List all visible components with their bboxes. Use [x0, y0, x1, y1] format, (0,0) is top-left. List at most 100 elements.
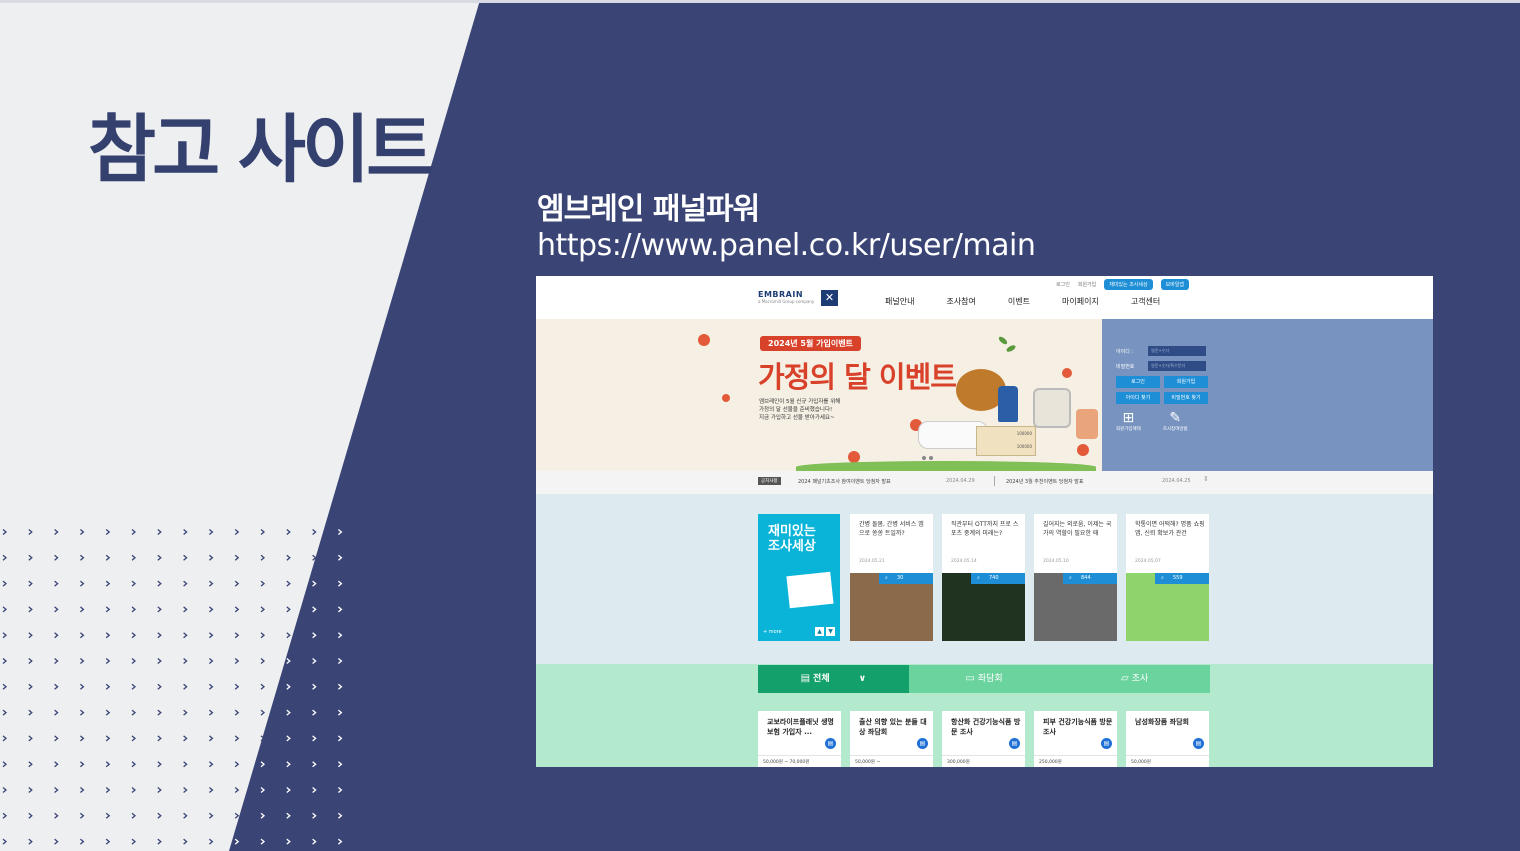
chevron-mark	[131, 709, 137, 716]
chevron-mark	[157, 529, 162, 535]
nav-item[interactable]: 패널안내	[885, 296, 914, 307]
chevron-mark	[2, 735, 8, 742]
chevron-mark	[260, 735, 266, 742]
notice-arrows-icon[interactable]: ⇕	[1203, 475, 1209, 483]
search-icon: ⌕	[1069, 575, 1072, 581]
fun-survey-pill[interactable]: 재미있는 조사세상	[1104, 279, 1153, 290]
survey-card[interactable]: 남성화장품 좌담회 ▤ 50,000원	[1126, 711, 1209, 767]
logo[interactable]: EMBRAIN a Macromill Group company	[758, 290, 814, 304]
nav-item[interactable]: 고객센터	[1131, 296, 1160, 307]
chevron-mark	[260, 787, 266, 793]
chevron-mark	[2, 787, 8, 793]
event-desc-line: 가정의 달 선물을 준비했습니다!	[759, 407, 833, 413]
password-label: 비밀번호	[1116, 363, 1135, 370]
chevron-mark	[131, 838, 137, 845]
event-title: 가정의 달 이벤트	[758, 360, 957, 394]
chevron-mark	[2, 529, 8, 535]
fun-survey-item[interactable]: 길어지는 외로움, 이제는 국가의 역할이 필요한 때 2024.05.10 ⌕…	[1034, 514, 1117, 641]
password-input[interactable]: 영문+숫자/특수문자	[1148, 361, 1206, 371]
chevron-mark	[54, 606, 59, 613]
chevron-mark	[312, 735, 317, 742]
chevron-mark	[312, 529, 317, 535]
chevron-mark	[183, 580, 188, 587]
chevron-mark	[208, 632, 214, 639]
survey-title: 남성화장품 좌담회	[1135, 718, 1189, 726]
chevron-mark	[208, 812, 214, 819]
chevron-mark	[234, 812, 240, 819]
chevron-pattern-decoration	[2, 529, 343, 845]
event-description: 엠브레인이 5월 신규 가입자를 위해 가정의 달 선물을 준비했습니다! 지금…	[759, 398, 899, 422]
chevron-mark	[79, 787, 85, 793]
nav-item[interactable]: 이벤트	[1008, 296, 1030, 307]
chevron-mark	[105, 812, 111, 819]
fun-survey-item[interactable]: 학통이면 어떡해? 명품 쇼핑 앱, 신뢰 확보가 관건 2024.05.07 …	[1126, 514, 1209, 641]
chevron-mark	[312, 554, 317, 561]
chevron-mark	[28, 658, 33, 664]
login-button[interactable]: 로그인	[1116, 376, 1160, 388]
chevron-mark	[260, 606, 266, 613]
survey-card[interactable]: 피부 건강기능식품 방문 조사 ▤ 250,000원	[1034, 711, 1117, 767]
tab-focus-group[interactable]: ▭ 좌담회	[908, 665, 1060, 693]
chevron-mark	[28, 735, 33, 742]
slide-pagination[interactable]	[922, 456, 933, 460]
util-login-link[interactable]: 로그인	[1056, 281, 1070, 288]
chevron-mark	[28, 683, 33, 690]
chevron-mark	[337, 658, 343, 664]
chevron-mark	[312, 580, 317, 587]
chevron-mark	[105, 606, 111, 613]
chevron-mark	[2, 761, 8, 768]
login-form: 아이디 : 영문+숫자 비밀번호 영문+숫자/특수문자 로그인 회원가입 아이디…	[1116, 346, 1211, 432]
join-button[interactable]: 회원가입	[1164, 376, 1208, 388]
chevron-mark	[183, 632, 188, 639]
chevron-mark	[183, 787, 188, 793]
chevron-mark	[183, 529, 188, 535]
chevron-mark	[337, 632, 343, 639]
chevron-mark	[54, 812, 59, 819]
survey-how-link[interactable]: ✎ 조사참여방법	[1163, 410, 1188, 432]
tab-survey[interactable]: ▱ 조사	[1059, 665, 1211, 693]
chevron-mark	[79, 554, 85, 561]
notice-item-title[interactable]: 2024 패널기초조사 참여이벤트 당첨자 발표	[798, 478, 891, 485]
chevron-up-icon[interactable]: ▲	[815, 627, 824, 636]
find-id-button[interactable]: 아이디 찾기	[1116, 392, 1160, 404]
survey-card[interactable]: 출산 의향 있는 분들 대상 좌담회 ▤ 50,000원 ~	[850, 711, 933, 767]
chevron-down-icon: ∨	[858, 674, 867, 684]
survey-title: 피부 건강기능식품 방문 조사	[1043, 718, 1113, 736]
item-title: 학통이면 어떡해? 명품 쇼핑 앱, 신뢰 확보가 관건	[1135, 521, 1205, 537]
device-image	[1033, 388, 1071, 428]
chevron-mark	[28, 787, 33, 793]
survey-reward: 50,000원 ~	[855, 760, 881, 765]
logo-sub: a Macromill Group company	[758, 299, 815, 304]
site-url[interactable]: https://www.panel.co.kr/user/main	[537, 228, 1036, 263]
chevron-mark	[2, 554, 8, 561]
chevron-mark	[79, 580, 85, 587]
fun-survey-item[interactable]: 직관부터 OTT까지 프로 스포츠 중계의 미래는? 2024.05.14 ⌕ 7…	[942, 514, 1025, 641]
find-password-button[interactable]: 비밀번호 찾기	[1164, 392, 1208, 404]
id-input[interactable]: 영문+숫자	[1148, 346, 1206, 356]
survey-card[interactable]: 항산화 건강기능식품 방문 조사 ▤ 300,000원	[942, 711, 1025, 767]
fun-survey-card[interactable]: 재미있는 조사세상 + more ▲ ▼	[758, 514, 840, 641]
tab-all[interactable]: ▤ 전체 ∨	[758, 665, 909, 693]
chevron-mark	[312, 812, 317, 819]
chevron-mark	[234, 735, 240, 742]
survey-card[interactable]: 교보라이프플래닛 생명 보험 가입자 ... ▤ 50,000원 ~ 70,00…	[758, 711, 841, 767]
mobile-app-pill[interactable]: 모바일앱	[1160, 279, 1190, 290]
chevron-mark	[286, 709, 291, 716]
nav-item[interactable]: 마이페이지	[1062, 296, 1099, 307]
fun-survey-title: 재미있는 조사세상	[768, 524, 816, 554]
util-join-link[interactable]: 회원가입	[1078, 281, 1096, 288]
chevron-down-icon[interactable]: ▼	[826, 627, 835, 636]
join-benefit-label: 회원가입혜택	[1116, 427, 1141, 432]
more-link[interactable]: + more	[763, 629, 782, 635]
notice-item-title[interactable]: 2024년 3월 추천이벤트 당첨자 발표	[1006, 478, 1083, 485]
chevron-mark	[286, 658, 291, 664]
nav-item[interactable]: 조사참여	[946, 296, 975, 307]
chevron-mark	[234, 606, 240, 613]
fun-survey-item[interactable]: 간병 돌봄, 간병 서비스 앱으로 쏭쏭 트일까? 2024.05.21 ⌕ 30	[850, 514, 933, 641]
slide: 참고 사이트 엠브레인 패널파워 https://www.panel.co.kr…	[0, 0, 1520, 851]
survey-title: 교보라이프플래닛 생명 보험 가입자 ...	[767, 718, 834, 736]
chevron-mark	[2, 812, 8, 819]
slide-title: 참고 사이트	[88, 107, 434, 193]
chevron-mark	[234, 580, 240, 587]
join-benefit-link[interactable]: ⊞ 회원가입혜택	[1116, 410, 1141, 432]
